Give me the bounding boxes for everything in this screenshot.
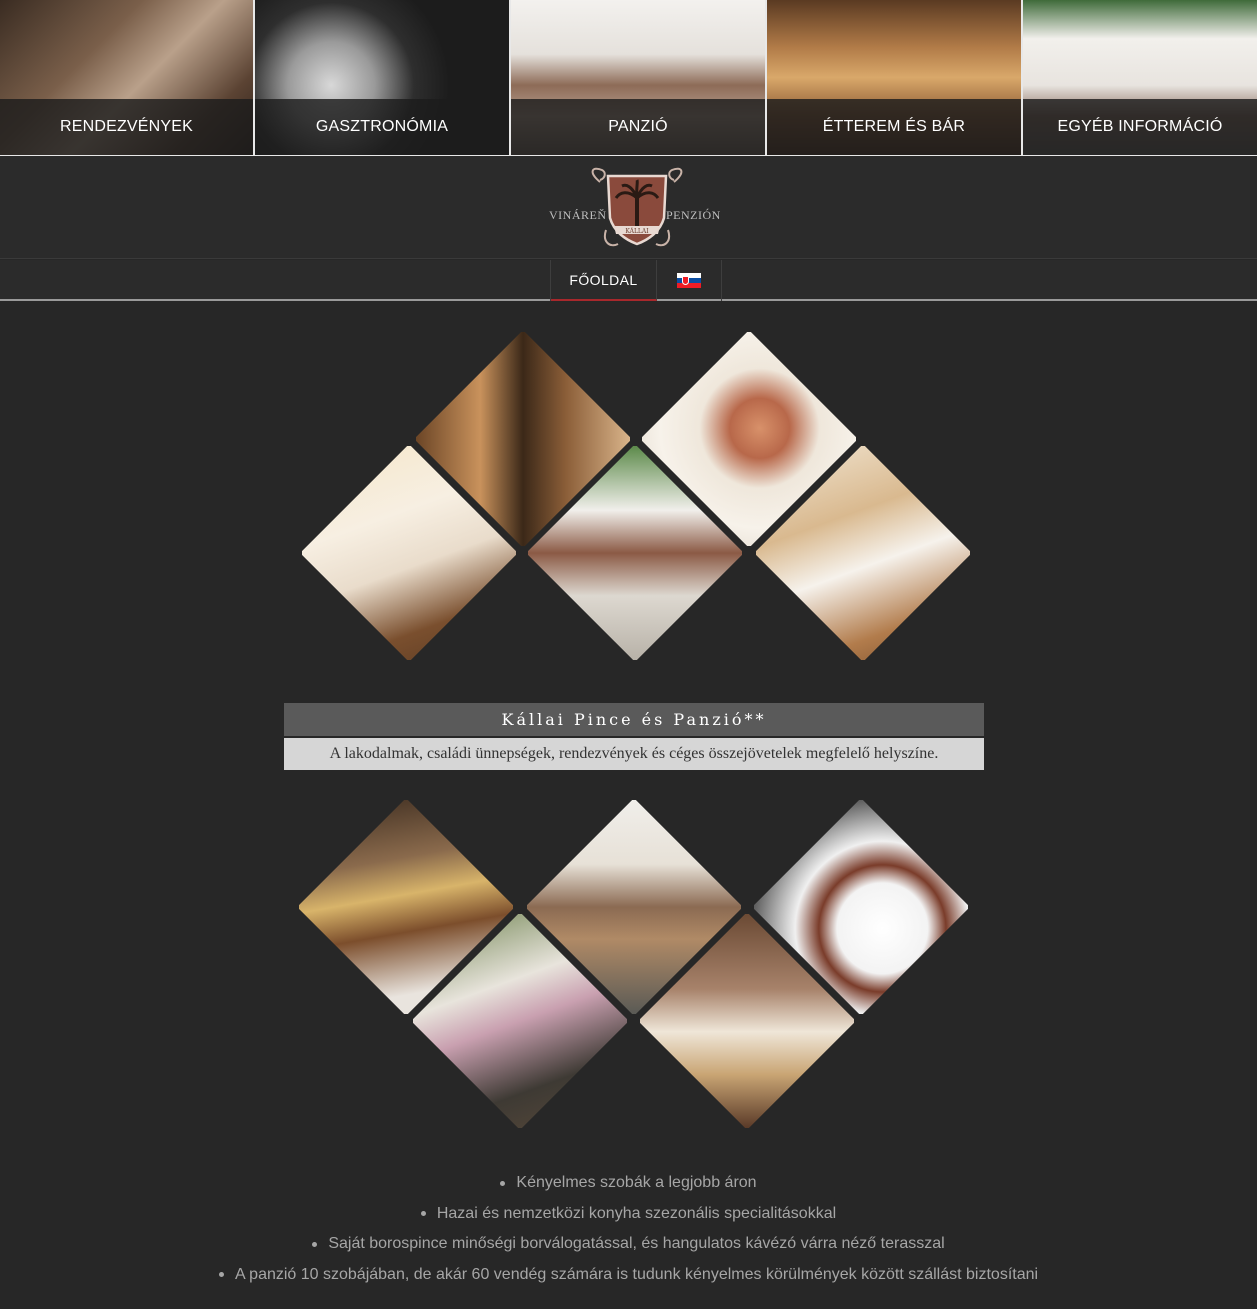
nav-item-home[interactable]: FŐOLDAL [551,260,657,301]
page-subtitle: A lakodalmak, családi ünnepségek, rendez… [284,738,984,770]
main-nav: FŐOLDAL [0,260,1257,301]
site-logo[interactable]: KÁLLAI VINÁREŇ PENZIÓN [548,164,726,256]
nav-item-language[interactable] [657,260,722,301]
feature-text: A panzió 10 szobájában, de akár 60 vendé… [234,1265,1039,1283]
tile-label: GASZTRONÓMIA [255,99,509,155]
feature-text: Saját borospince minőségi borválogatássa… [328,1235,945,1253]
page-title: Kállai Pince és Panzió** [284,703,984,736]
tile-label: EGYÉB INFORMÁCIÓ [1023,99,1257,155]
tile-label: PANZIÓ [511,99,765,155]
bullet-icon [500,1180,506,1186]
tile-label: RENDEZVÉNYEK [0,99,253,155]
logo-left-text: VINÁREŇ [549,208,607,222]
top-category-tiles: RENDEZVÉNYEK GASZTRONÓMIA PANZIÓ ÉTTEREM… [0,0,1257,156]
list-item: Hazai és nemzetközi konyha szezonális sp… [0,1199,1257,1230]
slovak-flag-icon [677,272,701,289]
logo-band: KÁLLAI VINÁREŇ PENZIÓN [0,156,1257,259]
ribbon-text: KÁLLAI [625,228,649,235]
tile-etterem-es-bar[interactable]: ÉTTEREM ÉS BÁR [767,0,1021,155]
tile-rendezvenyek[interactable]: RENDEZVÉNYEK [0,0,253,155]
bullet-icon [420,1211,426,1217]
bullet-icon [218,1272,224,1278]
feature-list: Kényelmes szobák a legjobb áron Hazai és… [0,1168,1257,1290]
feature-text: Hazai és nemzetközi konyha szezonális sp… [436,1204,837,1222]
tile-panzio[interactable]: PANZIÓ [511,0,765,155]
bullet-icon [312,1241,318,1247]
tile-gasztronomia[interactable]: GASZTRONÓMIA [255,0,509,155]
list-item: Saját borospince minőségi borválogatássa… [0,1229,1257,1260]
list-item: Kényelmes szobák a legjobb áron [0,1168,1257,1199]
list-item: A panzió 10 szobájában, de akár 60 vendé… [0,1260,1257,1291]
feature-text: Kényelmes szobák a legjobb áron [516,1174,757,1192]
logo-right-text: PENZIÓN [666,208,721,222]
tile-egyeb-informacio[interactable]: EGYÉB INFORMÁCIÓ [1023,0,1257,155]
tile-label: ÉTTEREM ÉS BÁR [767,99,1021,155]
nav-items: FŐOLDAL [550,260,722,301]
